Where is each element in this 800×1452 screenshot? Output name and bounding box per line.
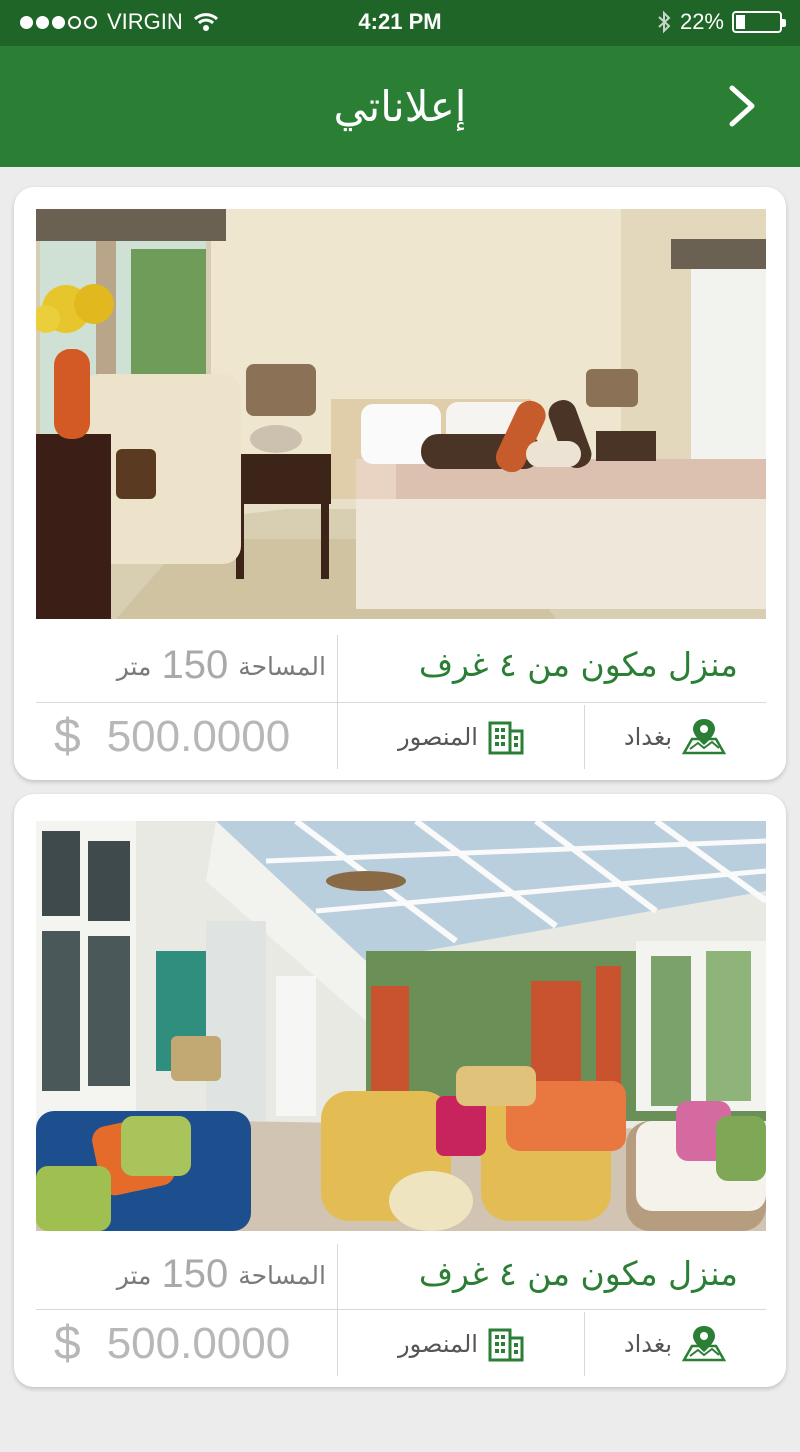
- status-right: 22%: [656, 9, 786, 35]
- battery-percent: 22%: [679, 9, 724, 34]
- area-value: 150: [161, 643, 229, 687]
- listing-price: $ 500.0000: [54, 1312, 326, 1376]
- district-label: المنصور: [398, 723, 478, 751]
- row-divider: [36, 702, 766, 703]
- building-icon: [488, 721, 524, 755]
- chevron-right-icon[interactable]: [720, 84, 764, 128]
- listing-district: المنصور: [338, 705, 584, 769]
- listing-card[interactable]: منزل مكون من ٤ غرف المساحة 150 متر $ 500.0…: [14, 794, 786, 1387]
- area-unit: متر: [116, 1261, 152, 1290]
- city-label: بغداد: [623, 1330, 673, 1358]
- page-title: إعلاناتي: [333, 82, 467, 131]
- bedroom-photo: [36, 209, 766, 619]
- area-label: المساحة: [238, 1261, 326, 1290]
- row-divider: [36, 1309, 766, 1310]
- listing-card[interactable]: منزل مكون من ٤ غرف المساحة 150 متر $ 500.0…: [14, 187, 786, 780]
- price-value: 500.0000: [106, 1319, 291, 1368]
- sunroom-photo: [36, 821, 766, 1231]
- listing-district: المنصور: [338, 1312, 584, 1376]
- price-value: 500.0000: [106, 712, 291, 761]
- status-bar: VIRGIN 4:21 PM 22%: [0, 0, 800, 46]
- map-pin-icon: [682, 1326, 727, 1362]
- listing-title[interactable]: منزل مكون من ٤ غرف: [419, 635, 738, 695]
- bluetooth-icon: [658, 10, 671, 34]
- city-label: بغداد: [623, 723, 673, 751]
- listing-city: بغداد: [585, 1312, 765, 1376]
- listing-area: المساحة 150 متر: [54, 1244, 326, 1304]
- currency-symbol: $: [54, 710, 81, 763]
- nav-bar: إعلاناتي: [0, 46, 800, 167]
- currency-symbol: $: [54, 1317, 81, 1370]
- district-label: المنصور: [398, 1330, 478, 1358]
- map-pin-icon: [682, 719, 727, 755]
- area-value: 150: [161, 1252, 229, 1296]
- area-label: المساحة: [238, 652, 326, 681]
- listing-title[interactable]: منزل مكون من ٤ غرف: [419, 1244, 738, 1304]
- area-unit: متر: [116, 652, 152, 681]
- battery-icon: [732, 11, 786, 33]
- building-icon: [488, 1328, 524, 1362]
- listing-city: بغداد: [585, 705, 765, 769]
- listing-area: المساحة 150 متر: [54, 635, 326, 695]
- listing-price: $ 500.0000: [54, 705, 326, 769]
